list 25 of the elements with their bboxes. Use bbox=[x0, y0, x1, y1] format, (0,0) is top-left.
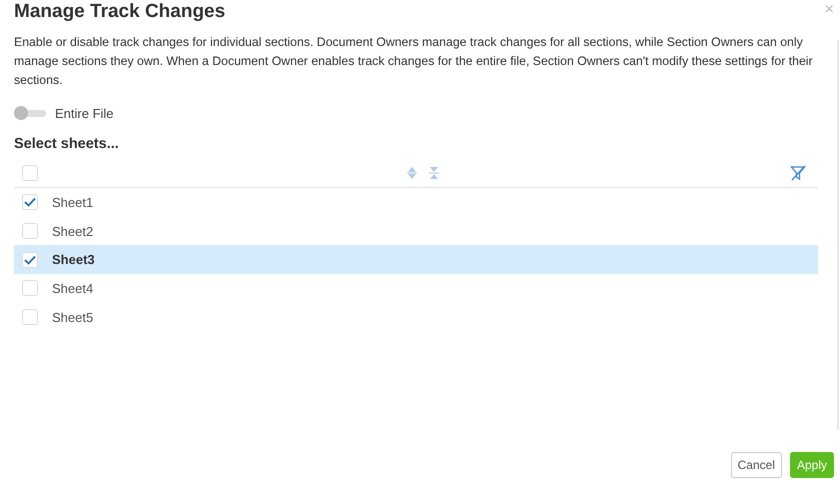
collapse-icon[interactable] bbox=[428, 166, 440, 180]
cancel-button[interactable]: Cancel bbox=[730, 452, 782, 478]
sheet-row[interactable]: Sheet4 bbox=[14, 274, 818, 303]
sheet-name: Sheet5 bbox=[52, 310, 94, 325]
sheet-row[interactable]: Sheet3 bbox=[14, 245, 818, 274]
sheet-row[interactable]: Sheet2 bbox=[14, 216, 818, 246]
sheet-name: Sheet1 bbox=[52, 194, 94, 210]
checkbox[interactable] bbox=[22, 223, 38, 240]
section-heading: Select sheets... bbox=[14, 136, 120, 152]
toggle-label: Entire File bbox=[55, 106, 114, 120]
sheet-name: Sheet3 bbox=[52, 252, 95, 268]
checkbox[interactable] bbox=[22, 280, 38, 296]
sheet-row[interactable]: Sheet5 bbox=[14, 302, 818, 332]
expand-icon[interactable] bbox=[406, 166, 418, 180]
toggle-switch[interactable] bbox=[14, 105, 46, 121]
sheet-name: Sheet2 bbox=[52, 224, 94, 239]
description-text: Enable or disable track changes for individual sections. Document Owners manage track changes for all sections, while Section Owners can only manage sections they own. When a Document Owner enables track changes for the entire file, Section Owners can't modify these settings for their sections. bbox=[14, 34, 814, 89]
checkbox[interactable] bbox=[22, 252, 38, 268]
checkbox[interactable] bbox=[22, 309, 38, 326]
checkbox[interactable] bbox=[22, 194, 38, 210]
checkbox[interactable] bbox=[22, 165, 38, 181]
sheet-row[interactable]: Sheet1 bbox=[14, 188, 818, 217]
dialog-title: Manage Track Changes bbox=[14, 0, 226, 24]
filter-off-icon[interactable] bbox=[790, 165, 806, 181]
sheet-name: Sheet4 bbox=[52, 280, 94, 296]
